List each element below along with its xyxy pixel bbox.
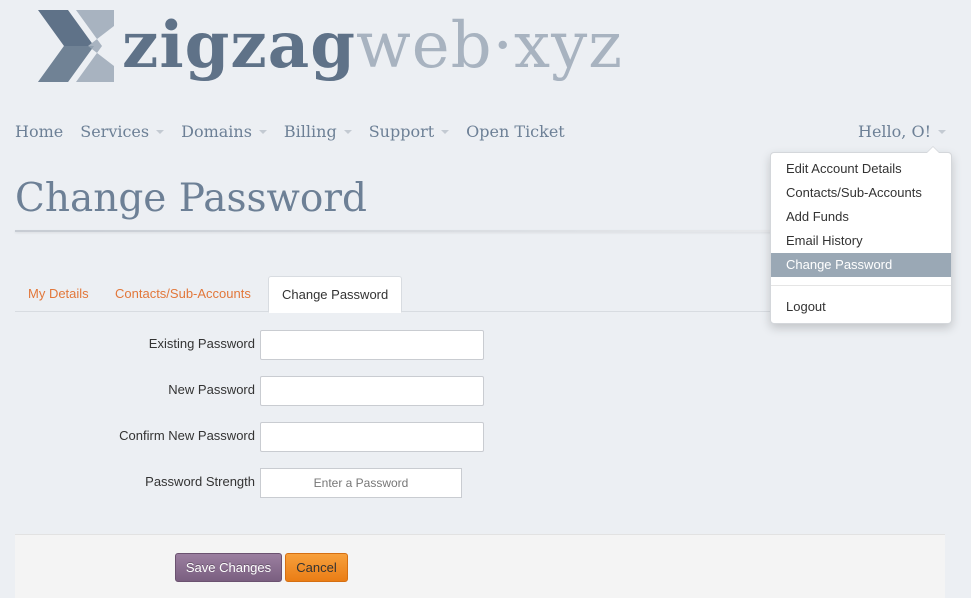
nav-billing[interactable]: Billing: [284, 122, 352, 141]
menu-item-edit-account-details[interactable]: Edit Account Details: [771, 157, 951, 181]
zigzag-logo-icon: [38, 10, 114, 82]
menu-item-change-password[interactable]: Change Password: [771, 253, 951, 277]
user-greeting: Hello, O!: [857, 121, 931, 141]
site-logo[interactable]: zigzag web·xyz: [38, 8, 638, 88]
tab-change-password[interactable]: Change Password: [268, 276, 403, 313]
user-menu-toggle[interactable]: Hello, O!: [858, 122, 946, 141]
menu-item-contacts-sub-accounts[interactable]: Contacts/Sub-Accounts: [771, 181, 951, 205]
menu-item-logout[interactable]: Logout: [771, 295, 951, 319]
confirm-password-label: Confirm New Password: [119, 428, 255, 443]
user-dropdown-menu: Edit Account Details Contacts/Sub-Accoun…: [770, 146, 952, 324]
nav-open-ticket-label: Open Ticket: [466, 121, 565, 141]
nav-support[interactable]: Support: [368, 121, 450, 141]
menu-item-email-history[interactable]: Email History: [771, 229, 951, 253]
nav-services-label: Services: [80, 121, 150, 141]
password-strength-label: Password Strength: [145, 474, 255, 489]
tab-contacts-sub-accounts[interactable]: Contacts/Sub-Accounts: [102, 276, 264, 311]
password-strength-meter: Enter a Password: [260, 468, 462, 498]
nav-open-ticket[interactable]: Open Ticket: [466, 122, 565, 141]
chevron-down-icon: [441, 130, 450, 134]
new-password-label: New Password: [168, 382, 255, 397]
user-nav: Hello, O!: [858, 118, 946, 144]
menu-divider: [771, 285, 951, 286]
nav-billing-label: Billing: [283, 121, 337, 141]
password-strength-row: Password Strength Enter a Password: [15, 468, 615, 498]
existing-password-input[interactable]: [260, 330, 484, 360]
logo-text-primary: zigzag: [122, 8, 356, 83]
confirm-password-input[interactable]: [260, 422, 484, 452]
logo-text-secondary: web·xyz: [356, 9, 623, 83]
tab-my-details[interactable]: My Details: [15, 276, 102, 311]
chevron-down-icon: [156, 130, 165, 134]
cancel-button[interactable]: Cancel: [285, 553, 348, 582]
page-title: Change Password: [15, 176, 368, 221]
new-password-input[interactable]: [260, 376, 484, 406]
chevron-down-icon: [258, 130, 267, 134]
new-password-row: New Password: [15, 376, 615, 406]
confirm-password-row: Confirm New Password: [15, 422, 615, 452]
existing-password-label: Existing Password: [148, 336, 255, 351]
nav-services[interactable]: Services: [80, 121, 165, 141]
chevron-down-icon: [343, 130, 352, 134]
existing-password-row: Existing Password: [15, 330, 615, 360]
nav-home[interactable]: Home: [15, 122, 63, 141]
nav-domains[interactable]: Domains: [181, 122, 267, 141]
chevron-down-icon: [938, 130, 946, 134]
save-changes-button[interactable]: Save Changes: [175, 553, 282, 582]
nav-support-label: Support: [368, 121, 435, 141]
form-actions: Save Changes Cancel: [15, 534, 945, 598]
main-nav: Home Services Domains Billing Support Op…: [15, 118, 582, 144]
nav-domains-label: Domains: [181, 121, 252, 141]
menu-item-add-funds[interactable]: Add Funds: [771, 205, 951, 229]
title-divider: [15, 230, 775, 232]
nav-home-label: Home: [15, 121, 64, 141]
